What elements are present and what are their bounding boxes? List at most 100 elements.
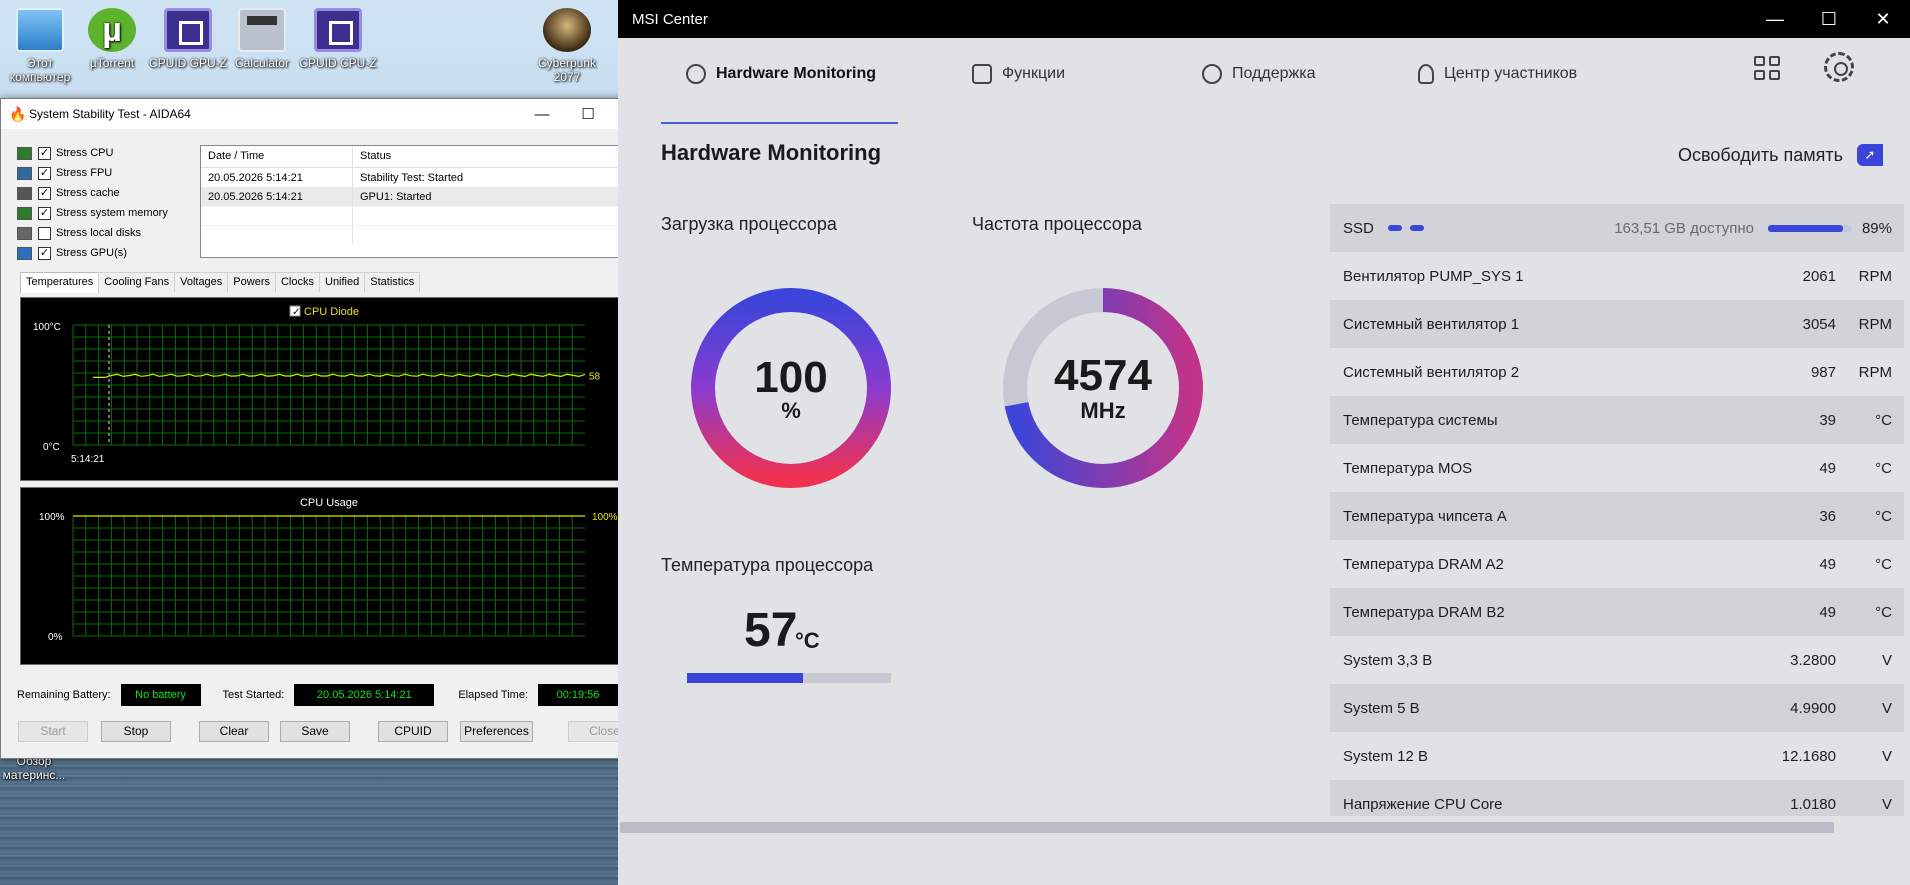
stress-option-checkbox[interactable]: ✓ xyxy=(38,186,51,200)
aida64-stability-window: 🔥 System Stability Test - AIDA64 — ☐ ✕ ✓… xyxy=(0,98,658,759)
free-memory-arrow-icon[interactable]: ➚ xyxy=(1856,144,1883,166)
stress-option-checkbox[interactable] xyxy=(38,226,51,240)
desktop-icon-label: Calculator xyxy=(234,56,290,70)
sensor-row: Системный вентилятор 1 3054 RPM xyxy=(1330,300,1904,348)
nav-label: Поддержка xyxy=(1232,65,1316,82)
sensor-value: 3.2800 xyxy=(1790,651,1836,669)
desktop-icon-calculator[interactable]: Calculator xyxy=(222,8,302,70)
tab-clocks[interactable]: Clocks xyxy=(274,272,320,292)
free-memory-control[interactable]: Освободить память ➚ xyxy=(1678,144,1883,166)
tab-statistics[interactable]: Statistics xyxy=(364,272,421,292)
cpu-diode-legend: CPU Diode xyxy=(304,306,359,318)
aida-window-title: System Stability Test - AIDA64 xyxy=(29,107,191,121)
save-button[interactable]: Save xyxy=(280,721,350,742)
desktop-icon-label: µTorrent xyxy=(89,56,135,70)
page-title: Hardware Monitoring xyxy=(661,140,882,165)
tab-cooling-fans[interactable]: Cooling Fans xyxy=(98,272,176,292)
minimize-icon: — xyxy=(534,105,550,123)
table-row[interactable]: 20.05.2026 5:14:21 GPU1: Started xyxy=(201,187,641,206)
sensor-name: System 12 В xyxy=(1343,747,1429,765)
cpu-temp-value: 57 xyxy=(744,604,798,657)
sensor-name: Температура чипсета A xyxy=(1343,507,1507,525)
gear-icon[interactable] xyxy=(1824,52,1854,82)
msi-close-button[interactable]: ✕ xyxy=(1856,0,1910,38)
desktop-icon-cpuz[interactable]: CPUID CPU-Z xyxy=(298,8,378,70)
support-icon xyxy=(1202,64,1222,84)
stress-option-label: Stress system memory xyxy=(56,207,168,219)
table-row-empty xyxy=(201,225,641,244)
ssd-row: SSD 163,51 GB доступно 89% xyxy=(1330,204,1904,252)
hardware-icon xyxy=(17,246,32,260)
stress-option[interactable]: ✓ Stress cache xyxy=(17,183,168,203)
start-button[interactable]: Start xyxy=(18,721,88,742)
cpu-load-label: Загрузка процессора xyxy=(661,214,837,234)
stress-option[interactable]: Stress local disks xyxy=(17,223,168,243)
minimize-button[interactable]: — xyxy=(519,99,565,129)
sensor-list[interactable]: SSD 163,51 GB доступно 89% Вентилятор PU… xyxy=(1330,204,1904,816)
elapsed-time-value: 00:19:56 xyxy=(538,684,619,706)
maximize-button[interactable]: ☐ xyxy=(565,99,611,129)
aida-button-row: Start Stop Clear Save CPUID Preferences … xyxy=(18,721,642,743)
sensor-name: System 3,3 В xyxy=(1343,651,1433,669)
stress-option[interactable]: ✓ Stress FPU xyxy=(17,163,168,183)
log-cell-status: Stability Test: Started xyxy=(353,168,641,187)
cpu-temp-unit: °C xyxy=(795,628,820,653)
tab-unified[interactable]: Unified xyxy=(319,272,366,292)
sensor-name: Температура MOS xyxy=(1343,459,1473,477)
tab-powers[interactable]: Powers xyxy=(227,272,276,292)
table-row[interactable]: 20.05.2026 5:14:21 Stability Test: Start… xyxy=(201,168,641,187)
sensor-row: Системный вентилятор 2 987 RPM xyxy=(1330,348,1904,396)
stress-option[interactable]: ✓ Stress GPU(s) xyxy=(17,243,168,263)
msi-minimize-button[interactable]: — xyxy=(1748,0,1802,38)
temperature-grid xyxy=(72,324,585,446)
stress-option-checkbox[interactable]: ✓ xyxy=(38,206,51,220)
cpu-freq-label: Частота процессора xyxy=(972,214,1142,234)
nav-hardware-monitoring[interactable]: Hardware Monitoring xyxy=(686,52,876,96)
temp-current-value: 58 xyxy=(589,371,601,382)
usage-current-value: 100% xyxy=(592,512,618,523)
log-header-row: Date / Time Status xyxy=(201,146,641,168)
msi-maximize-button[interactable]: ☐ xyxy=(1802,0,1856,38)
desktop-icon-this-pc[interactable]: Этот компьютер xyxy=(0,8,80,84)
nav-member-center[interactable]: Центр участников xyxy=(1418,52,1577,96)
desktop-icon-gpuz[interactable]: CPUID GPU-Z xyxy=(148,8,228,70)
desktop-icon-cyberpunk[interactable]: Cyberpunk 2077 xyxy=(527,8,607,84)
stress-option-checkbox[interactable]: ✓ xyxy=(38,246,51,260)
cpuid-button[interactable]: CPUID xyxy=(378,721,448,742)
log-cell-status: GPU1: Started xyxy=(353,187,641,206)
aida-titlebar[interactable]: 🔥 System Stability Test - AIDA64 — ☐ ✕ xyxy=(1,99,657,129)
log-header-status[interactable]: Status xyxy=(353,146,641,167)
sensor-row: System 12 В 12.1680 V xyxy=(1330,732,1904,780)
clear-button[interactable]: Clear xyxy=(199,721,269,742)
grid-view-icon[interactable] xyxy=(1754,56,1782,82)
msi-titlebar[interactable]: MSI Center — ☐ ✕ xyxy=(618,0,1910,38)
stress-option[interactable]: ✓ Stress CPU xyxy=(17,143,168,163)
horizontal-scrollbar[interactable] xyxy=(620,822,1834,833)
stress-option-label: Stress local disks xyxy=(56,227,141,239)
sensor-unit: V xyxy=(1881,699,1892,717)
cyberpunk-icon xyxy=(543,8,591,52)
nav-functions[interactable]: Функции xyxy=(972,52,1065,96)
table-row-empty xyxy=(201,206,641,225)
stress-option-checkbox[interactable]: ✓ xyxy=(38,166,51,180)
temp-x-start-label: 5:14:21 xyxy=(71,454,105,465)
cpu-temp-label: Температура процессора xyxy=(661,555,874,575)
cpu-load-value: 100 xyxy=(754,353,828,402)
stress-option[interactable]: ✓ Stress system memory xyxy=(17,203,168,223)
log-header-datetime[interactable]: Date / Time xyxy=(201,146,353,167)
sensor-unit: °C xyxy=(1875,459,1892,477)
sensor-value: 12.1680 xyxy=(1781,747,1836,765)
tab-voltages[interactable]: Voltages xyxy=(174,272,229,292)
stop-button[interactable]: Stop xyxy=(101,721,171,742)
stress-option-checkbox[interactable]: ✓ xyxy=(38,146,51,160)
desktop-icon-utorrent[interactable]: µ µTorrent xyxy=(72,8,152,70)
sensor-name: System 5 В xyxy=(1343,699,1420,717)
nav-support[interactable]: Поддержка xyxy=(1202,52,1315,96)
tab-temperatures[interactable]: Temperatures xyxy=(20,272,100,293)
ssd-usage-bar xyxy=(1767,224,1852,232)
cpu-temp-bar xyxy=(687,673,891,683)
preferences-button[interactable]: Preferences xyxy=(460,721,533,742)
sensor-unit: °C xyxy=(1875,603,1892,621)
sensor-value: 987 xyxy=(1810,363,1836,381)
event-log-table[interactable]: Date / Time Status 20.05.2026 5:14:21 St… xyxy=(200,145,642,258)
